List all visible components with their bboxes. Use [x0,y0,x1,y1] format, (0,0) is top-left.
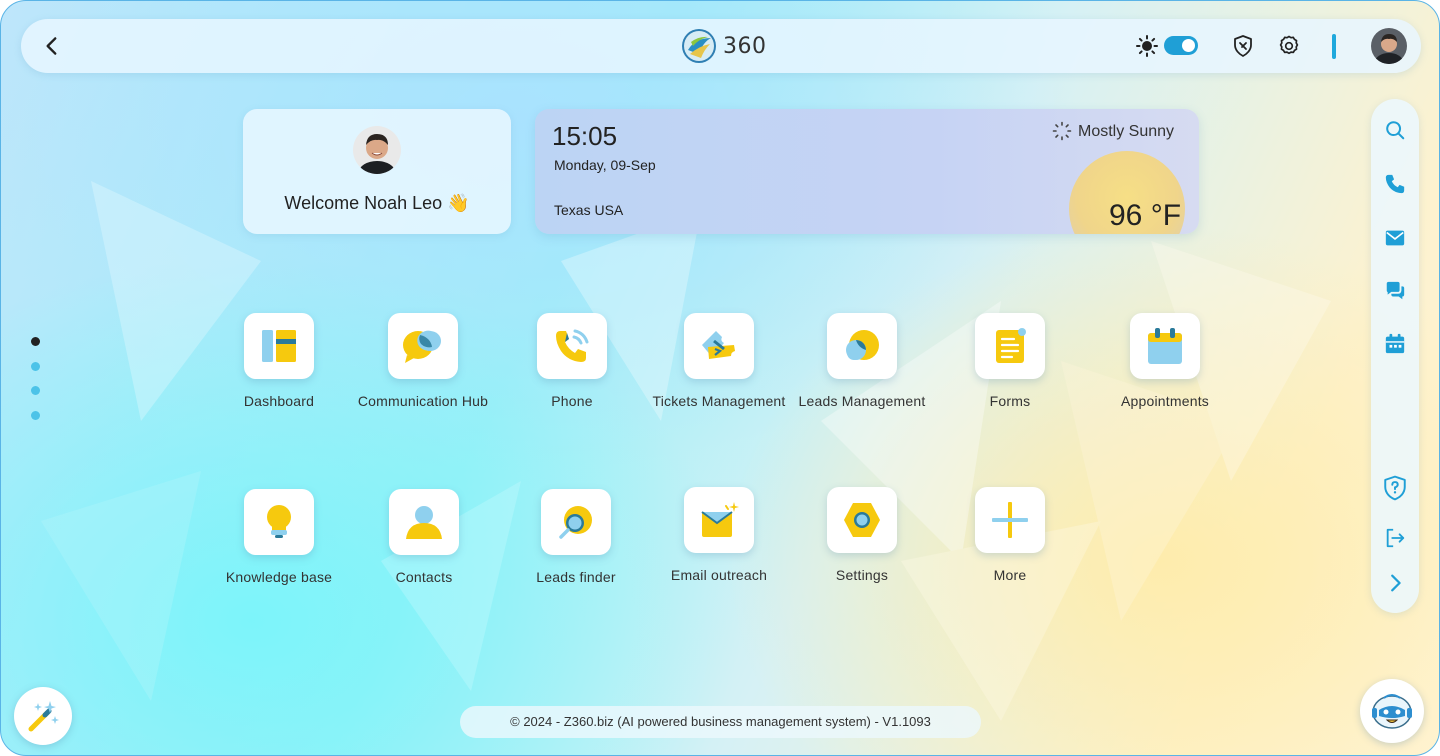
avatar-photo-icon [1371,28,1407,64]
app-knowledge-base[interactable]: Knowledge base [204,489,354,586]
app-settings[interactable]: Settings [787,487,937,584]
weather-temperature: 96 °F [1109,199,1182,232]
app-icon-tile [244,489,314,555]
tickets-icon [702,331,735,359]
app-label: Communication Hub [357,393,489,409]
app-phone[interactable]: Phone [497,313,647,410]
app-tickets-management[interactable]: Tickets Management [644,313,794,410]
email-icon [701,502,739,537]
app-label: Contacts [395,569,453,585]
app-icon-tile [975,313,1045,379]
app-icon-tile [827,313,897,379]
page-dot-2[interactable] [31,362,40,371]
app-icon-tile [537,313,607,379]
app-label: Knowledge base [225,569,333,585]
phone-icon [556,329,589,362]
chevron-right-icon[interactable] [1384,572,1406,594]
phone-icon[interactable] [1384,173,1406,195]
app-appointments[interactable]: Appointments [1090,313,1240,410]
logo-text: 360 [723,33,767,59]
clock-time: 15:05 [552,121,618,151]
page-dot-4[interactable] [31,411,40,420]
app-leads-management[interactable]: Leads Management [787,313,937,410]
app-contacts[interactable]: Contacts [349,489,499,586]
hex-nut-icon [844,503,880,537]
help-shield-icon[interactable] [1382,475,1408,501]
z360-logo-icon [682,29,716,63]
app-icon-tile [975,487,1045,553]
sun-icon[interactable] [1135,34,1159,58]
user-avatar[interactable] [1371,28,1407,64]
app-icon-tile [684,487,754,553]
app-leads-finder[interactable]: Leads finder [501,489,651,586]
calendar-icon[interactable] [1384,333,1406,355]
app-label: More [993,567,1027,583]
welcome-card: Welcome Noah Leo 👋 [243,109,511,234]
search-icon[interactable] [1384,119,1406,141]
page-dot-3[interactable] [31,386,40,395]
app-dashboard[interactable]: Dashboard [204,313,354,410]
calendar-icon [1148,328,1182,364]
lightbulb-icon [267,505,291,538]
theme-toggle[interactable] [1164,36,1198,55]
footer-text: © 2024 - Z360.biz (AI powered business m… [510,714,931,729]
app-label: Forms [989,393,1031,409]
magic-wand-button[interactable] [14,687,72,745]
app-icon-tile [827,487,897,553]
top-bar: 360 [21,19,1421,73]
app-label: Email outreach [670,567,768,583]
app-label: Settings [835,567,889,583]
app-label: Leads Management [798,393,926,409]
logout-icon[interactable] [1384,527,1406,549]
right-dock [1371,99,1419,613]
plus-icon [992,502,1028,538]
app-window: 360 Welcome Noah Leo 👋 15:05 Monday, 09-… [0,0,1440,756]
chat-icon[interactable] [1384,280,1406,302]
mail-icon[interactable] [1384,227,1406,249]
app-communication-hub[interactable]: Communication Hub [348,313,498,410]
magic-wand-icon [28,701,59,732]
app-label: Phone [551,393,593,409]
app-icon-tile [684,313,754,379]
clock-date: Monday, 09-Sep [554,157,656,173]
header-divider [1332,34,1336,59]
app-icon-tile [541,489,611,555]
app-forms[interactable]: Forms [935,313,1085,410]
welcome-avatar [353,126,401,174]
contact-icon [406,506,442,539]
app-label: Leads finder [536,569,616,585]
footer-bar: © 2024 - Z360.biz (AI powered business m… [460,706,981,738]
page-dot-1[interactable] [31,337,40,346]
weather-widget: 15:05 Monday, 09-Sep Texas USA Mostly Su… [535,109,1199,234]
mostly-sunny-icon [1052,121,1072,141]
app-icon-tile [1130,313,1200,379]
dashboard-icon [262,330,296,362]
app-icon-tile [389,489,459,555]
chat-bubbles-icon [403,330,441,363]
app-label: Appointments [1120,393,1209,409]
robot-assistant-icon [1372,694,1412,729]
app-icon-tile [244,313,314,379]
form-icon [996,328,1026,363]
weather-condition: Mostly Sunny [1078,123,1175,140]
app-more[interactable]: More [935,487,1085,584]
ai-assistant-button[interactable] [1360,679,1424,743]
gear-icon[interactable] [1277,34,1301,58]
back-chevron-icon[interactable] [39,33,65,59]
brand-logo[interactable]: 360 [681,27,767,65]
weather-location: Texas USA [554,202,624,218]
bug-shield-icon[interactable] [1231,34,1255,58]
welcome-message: Welcome Noah Leo 👋 [284,193,470,213]
app-icon-tile [388,313,458,379]
app-label: Tickets Management [652,393,786,409]
avatar-photo-icon [353,126,401,174]
app-email-outreach[interactable]: Email outreach [644,487,794,584]
leads-icon [846,330,879,360]
app-label: Dashboard [243,393,315,409]
magnifier-icon [559,506,592,539]
